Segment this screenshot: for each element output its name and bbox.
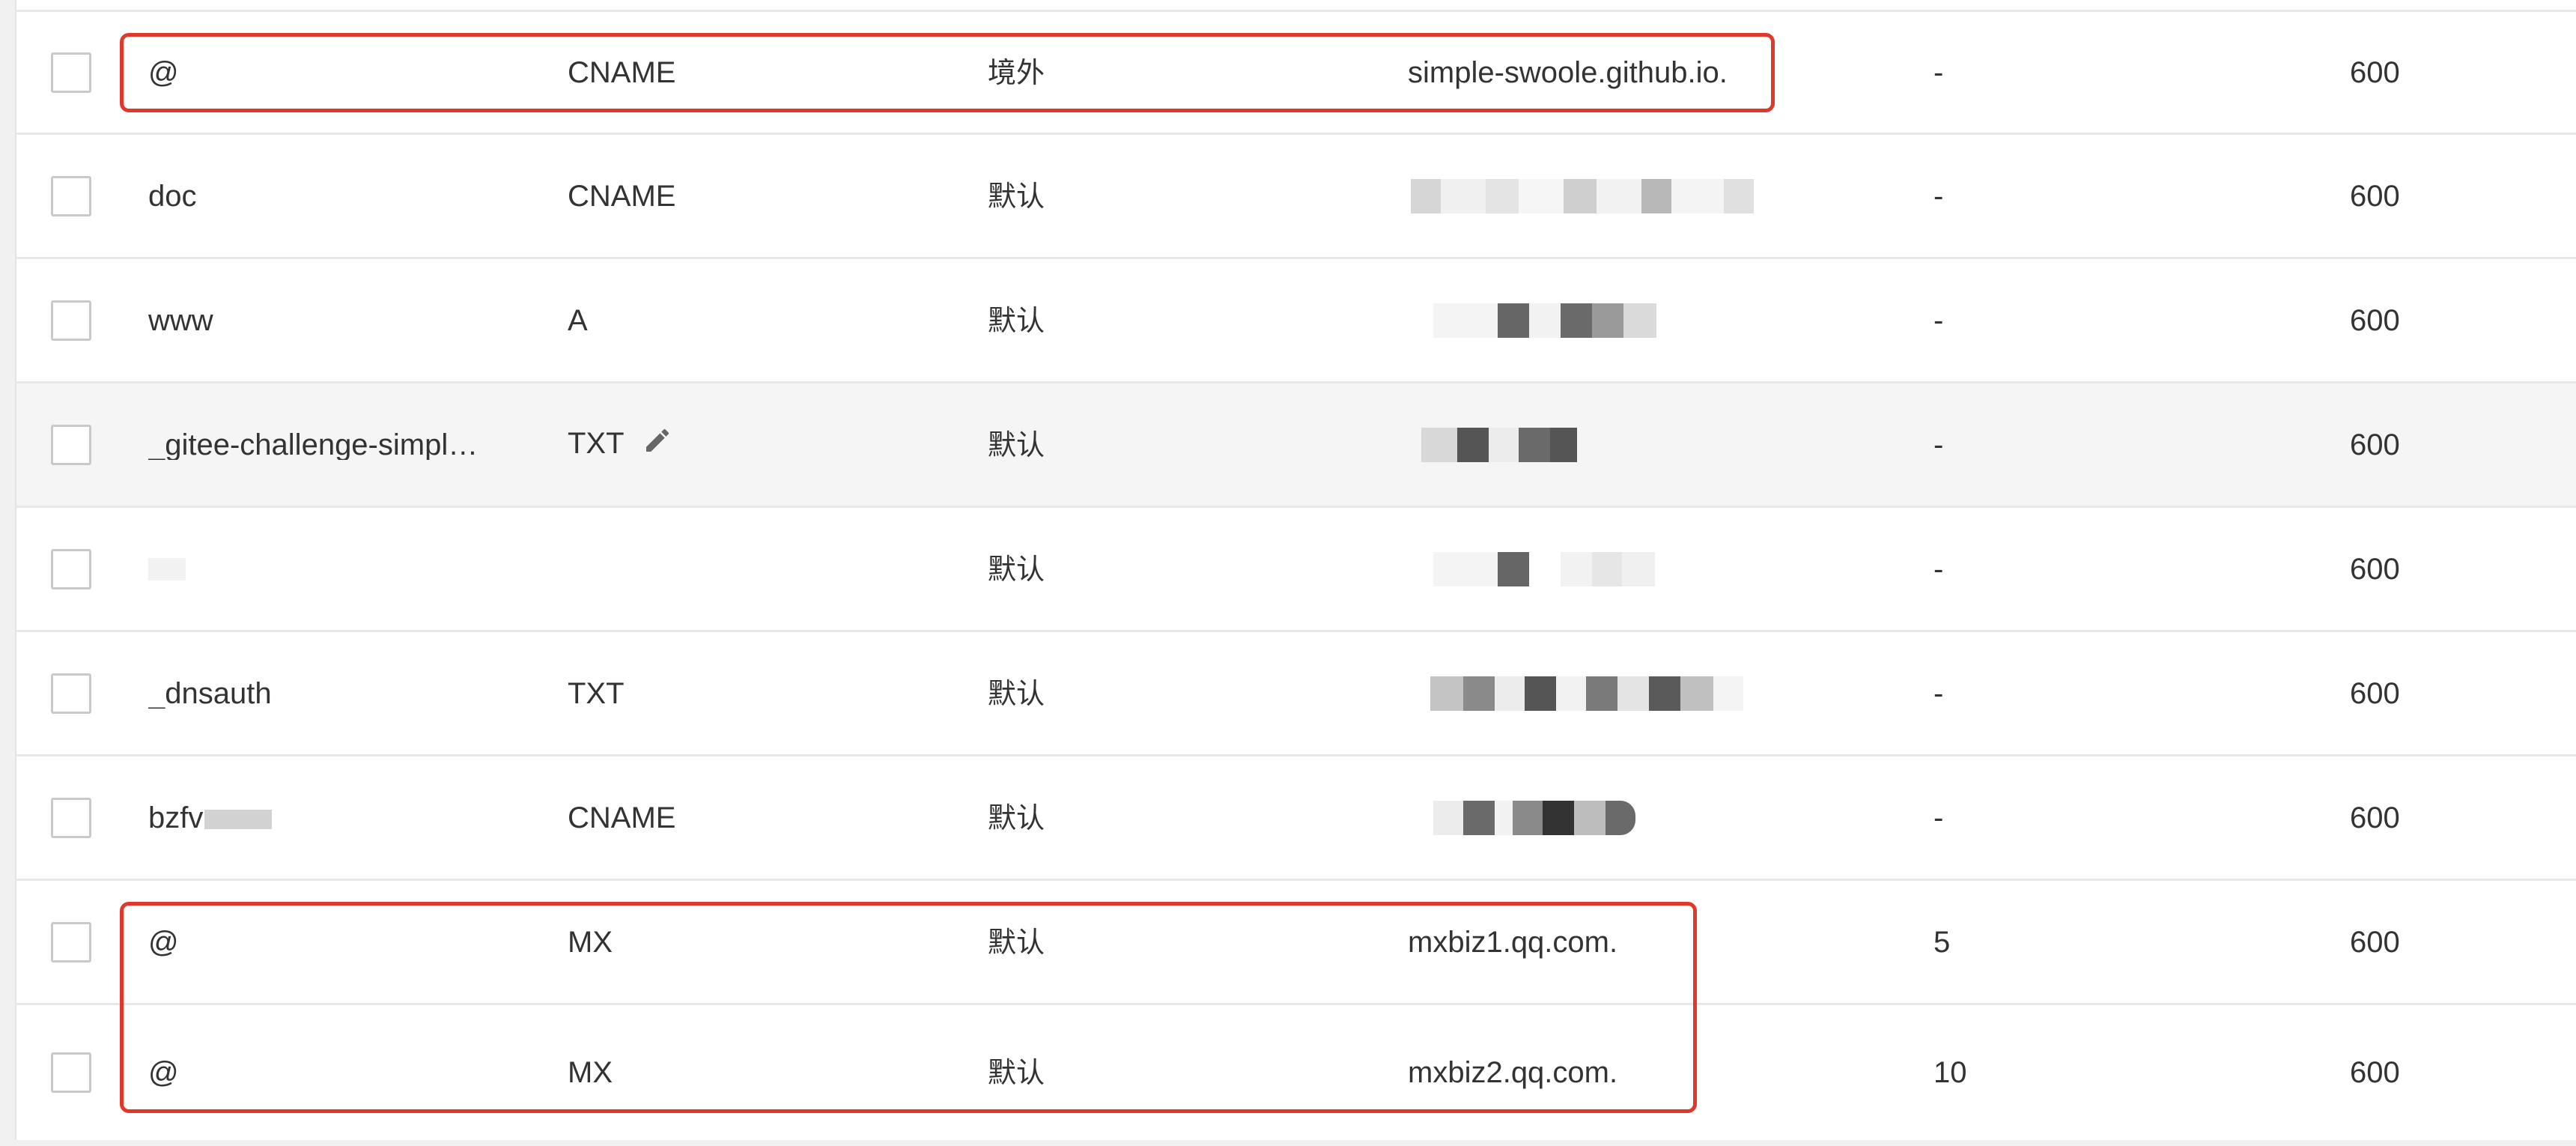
row-checkbox[interactable]	[51, 548, 91, 589]
bottom-edge	[0, 1140, 2576, 1146]
host-cell: @	[148, 1058, 179, 1088]
value-cell: simple-swoole.github.io.	[1408, 55, 1728, 89]
priority-cell: -	[1933, 552, 1944, 586]
redacted-value	[1430, 676, 1743, 711]
row-checkbox[interactable]	[51, 673, 91, 714]
ttl-cell: 600	[2350, 428, 2400, 461]
table-row[interactable]: www A 默认 - 600	[16, 259, 2576, 383]
host-cell: doc	[148, 181, 197, 211]
table-row[interactable]: doc CNAME 默认 - 600	[16, 135, 2576, 259]
line-cell: 境外	[988, 55, 1045, 89]
row-checkbox[interactable]	[51, 424, 91, 465]
line-cell: 默认	[988, 925, 1045, 959]
row-checkbox[interactable]	[51, 175, 91, 216]
ttl-cell: 600	[2350, 55, 2400, 89]
value-cell: mxbiz1.qq.com.	[1408, 925, 1618, 959]
table-row[interactable]: @ MX 默认 mxbiz2.qq.com. 10 600	[16, 1005, 2576, 1140]
ttl-cell: 600	[2350, 1056, 2400, 1089]
row-checkbox[interactable]	[51, 1052, 91, 1093]
priority-cell: 10	[1933, 1056, 1967, 1089]
ttl-cell: 600	[2350, 179, 2400, 213]
row-checkbox[interactable]	[51, 921, 91, 962]
redacted-value	[1433, 800, 1635, 835]
table-row[interactable]: bzfv CNAME 默认 - 600	[16, 757, 2576, 881]
line-cell: 默认	[988, 552, 1045, 586]
ttl-cell: 600	[2350, 925, 2400, 959]
type-cell: TXT	[568, 428, 672, 461]
priority-cell: 5	[1933, 925, 1951, 959]
priority-cell: -	[1933, 428, 1944, 461]
table-row[interactable]: 默认 - 600	[16, 508, 2576, 632]
type-cell: MX	[568, 1056, 613, 1089]
priority-cell: -	[1933, 303, 1944, 337]
type-cell: CNAME	[568, 179, 676, 213]
table-row[interactable]: _gitee-challenge-simpl… TXT 默认 - 600	[16, 383, 2576, 508]
row-checkbox[interactable]	[51, 52, 91, 93]
priority-cell: -	[1933, 801, 1944, 834]
type-cell: CNAME	[568, 801, 676, 834]
table-row[interactable]: @ MX 默认 mxbiz1.qq.com. 5 600	[16, 881, 2576, 1005]
dns-records-table: @ CNAME 境外 simple-swoole.github.io. - 60…	[16, 0, 2576, 1140]
redacted-host	[148, 557, 186, 580]
type-cell: A	[568, 303, 588, 337]
left-panel-edge	[0, 0, 16, 1146]
line-cell: 默认	[988, 1056, 1045, 1089]
priority-cell: -	[1933, 179, 1944, 213]
host-cell: _dnsauth	[148, 678, 272, 709]
ttl-cell: 600	[2350, 676, 2400, 710]
redacted-value	[1411, 178, 1754, 213]
host-visible-part: bzfv	[148, 802, 204, 833]
host-cell: bzfv	[148, 802, 273, 833]
row-checkbox[interactable]	[51, 300, 91, 341]
line-cell: 默认	[988, 428, 1045, 461]
type-cell: MX	[568, 925, 613, 959]
type-cell: CNAME	[568, 55, 676, 89]
host-cell: @	[148, 927, 179, 957]
redacted-value	[1421, 427, 1577, 462]
priority-cell: -	[1933, 55, 1944, 89]
host-cell: _gitee-challenge-simpl…	[148, 429, 479, 460]
redacted-host	[204, 809, 273, 829]
value-cell: mxbiz2.qq.com.	[1408, 1056, 1618, 1089]
ttl-cell: 600	[2350, 552, 2400, 586]
priority-cell: -	[1933, 676, 1944, 710]
row-checkbox[interactable]	[51, 797, 91, 838]
redacted-value	[1433, 551, 1655, 586]
host-cell: www	[148, 305, 213, 336]
ttl-cell: 600	[2350, 801, 2400, 834]
line-cell: 默认	[988, 179, 1045, 213]
type-label: TXT	[568, 426, 625, 460]
pencil-icon[interactable]	[643, 425, 672, 461]
table-row[interactable]: @ CNAME 境外 simple-swoole.github.io. - 60…	[16, 10, 2576, 135]
type-cell: TXT	[568, 676, 625, 710]
ttl-cell: 600	[2350, 303, 2400, 337]
line-cell: 默认	[988, 303, 1045, 337]
line-cell: 默认	[988, 801, 1045, 834]
table-row[interactable]: _dnsauth TXT 默认 - 600	[16, 632, 2576, 757]
redacted-value	[1433, 303, 1656, 338]
line-cell: 默认	[988, 676, 1045, 710]
host-cell: @	[148, 57, 179, 88]
